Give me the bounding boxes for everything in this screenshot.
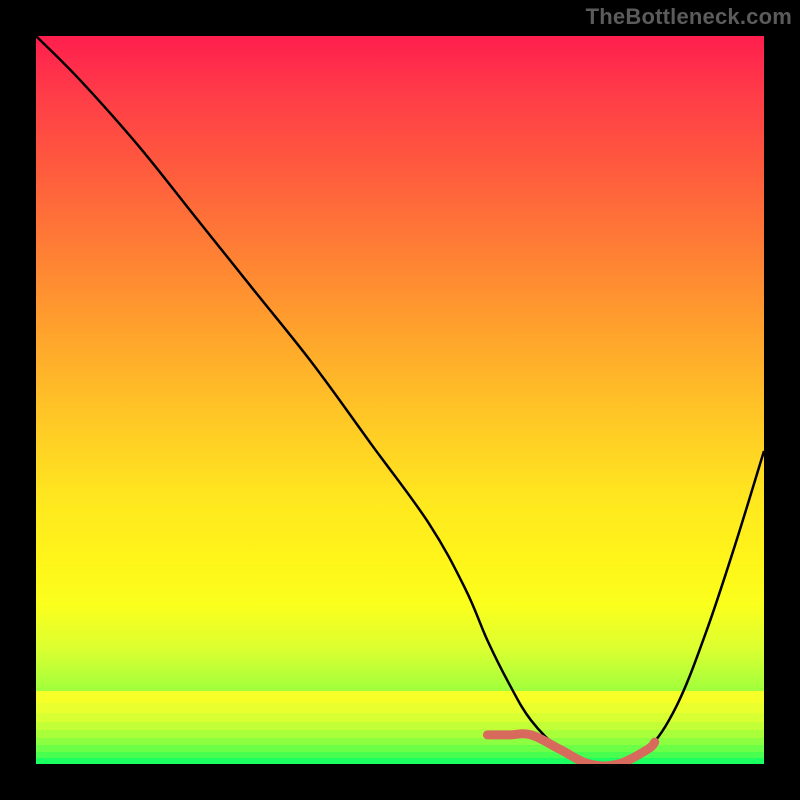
watermark-text: TheBottleneck.com: [586, 4, 792, 30]
chart-plot-area: [36, 36, 764, 764]
optimal-range-marker: [487, 734, 654, 764]
chart-svg: [36, 36, 764, 764]
curve-line: [36, 36, 764, 764]
chart-frame: TheBottleneck.com: [0, 0, 800, 800]
